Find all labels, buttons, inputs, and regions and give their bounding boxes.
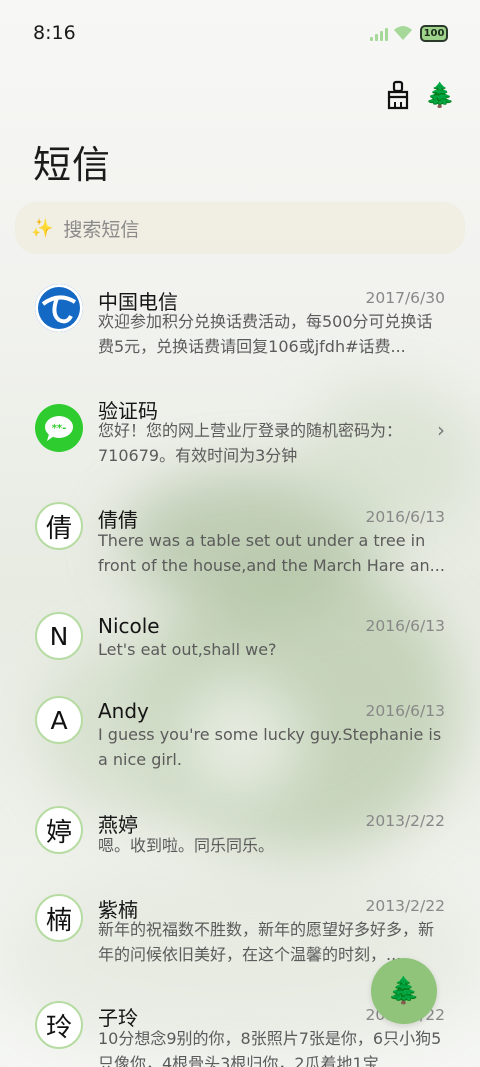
chevron-right-icon[interactable]: › xyxy=(437,418,445,442)
message-date: 2016/6/13 xyxy=(365,508,445,526)
contact-avatar: A xyxy=(35,696,83,744)
svg-text:**-: **- xyxy=(52,423,67,434)
message-preview: 嗯。收到啦。同乐同乐。 xyxy=(98,836,275,855)
sparkle-icon: ✨ xyxy=(31,217,54,239)
wifi-icon xyxy=(394,26,412,40)
message-date: 2017/6/30 xyxy=(365,289,445,307)
signal-icon xyxy=(370,28,388,41)
contact-avatar: 倩 xyxy=(35,502,83,550)
contact-avatar: N xyxy=(35,612,83,660)
message-date: 2013/2/22 xyxy=(365,897,445,915)
message-preview: I guess you're some lucky guy.Stephanie … xyxy=(98,725,442,769)
search-placeholder: 搜索短信 xyxy=(63,218,140,241)
message-date: 2016/6/13 xyxy=(365,702,445,720)
status-time: 8:16 xyxy=(33,22,76,44)
message-date: 2013/2/22 xyxy=(365,812,445,830)
tree-icon: 🌲 xyxy=(387,976,421,1006)
message-preview: 您好！您的网上营业厅登录的随机密码为：710679。有效时间为3分钟 xyxy=(98,421,403,465)
china-telecom-logo-icon xyxy=(35,284,83,332)
contact-name: Andy xyxy=(98,699,149,723)
tree-icon[interactable]: 🌲 xyxy=(425,80,455,110)
contact-avatar: 婷 xyxy=(35,806,83,854)
brush-icon[interactable] xyxy=(384,80,414,110)
contact-avatar: 玲 xyxy=(35,1001,83,1049)
sms-bubble-icon: **- xyxy=(35,404,83,452)
message-date: 2016/6/13 xyxy=(365,617,445,635)
battery-icon: 100 xyxy=(420,25,448,42)
message-preview: 10分想念9别的你，8张照片7张是你，6只小狗5只像你，4根骨头3根归你，2瓜着… xyxy=(98,1029,442,1067)
tree-fab-button[interactable]: 🌲 xyxy=(371,958,437,1024)
message-preview: Let's eat out,shall we? xyxy=(98,640,277,659)
message-preview: There was a table set out under a tree i… xyxy=(98,531,445,575)
message-preview: 欢迎参加积分兑换话费活动，每500分可兑换话费5元，兑换话费请回复106或jfd… xyxy=(98,312,433,356)
contact-name: Nicole xyxy=(98,614,160,638)
search-bar[interactable]: ✨ 搜索短信 xyxy=(15,202,465,254)
contact-avatar: 楠 xyxy=(35,894,83,942)
status-bar: 8:16 100 xyxy=(0,0,480,68)
page-title: 短信 xyxy=(33,143,112,187)
